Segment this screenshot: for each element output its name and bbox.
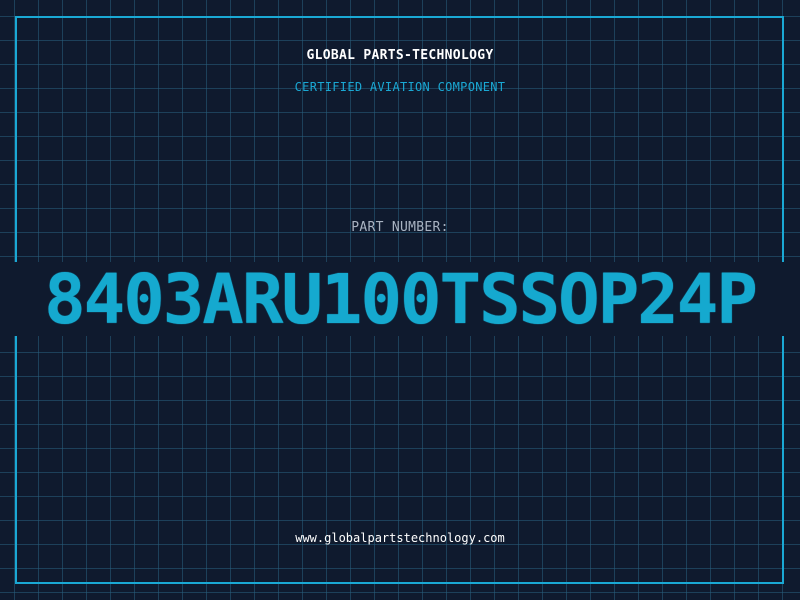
part-number-value: 8403ARU100TSSOP24P [44,260,758,340]
part-number-label: PART NUMBER: [351,220,449,235]
certificate-canvas: GLOBAL PARTS-TECHNOLOGY CERTIFIED AVIATI… [0,0,800,600]
company-name: GLOBAL PARTS-TECHNOLOGY [306,48,494,63]
certification-subtitle: CERTIFIED AVIATION COMPONENT [294,80,506,94]
website-url: www.globalpartstechnology.com [295,531,505,545]
